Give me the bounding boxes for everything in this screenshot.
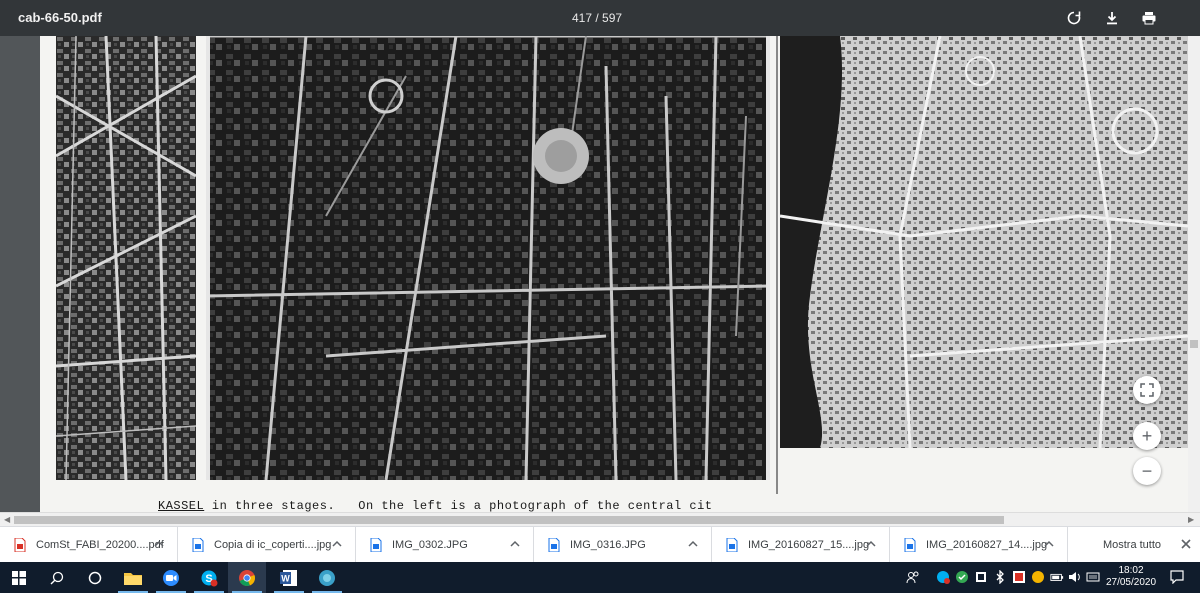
page-divider — [776, 36, 778, 494]
download-item[interactable]: IMG_0302.JPG — [356, 527, 534, 563]
vertical-scrollbar[interactable] — [1188, 36, 1200, 512]
chevron-up-icon[interactable] — [1043, 538, 1055, 550]
cortana-icon — [88, 571, 102, 584]
download-shelf: ComSt_FABI_20200....pdf Copia di ic_cope… — [0, 526, 1200, 563]
document-title: cab-66-50.pdf — [18, 10, 102, 25]
horizontal-scrollbar-thumb[interactable] — [14, 516, 1004, 524]
chevron-up-icon[interactable] — [153, 538, 165, 550]
image-file-icon — [192, 538, 204, 552]
scroll-right-icon[interactable]: ▶ — [1188, 515, 1194, 524]
download-name: ComSt_FABI_20200....pdf — [36, 539, 164, 551]
caption-text: in three stages. On the left is a photog… — [204, 499, 713, 512]
download-item[interactable]: IMG_20160827_14....jpg — [890, 527, 1068, 563]
language-icon[interactable] — [1086, 570, 1100, 584]
edge-icon — [319, 569, 335, 586]
scroll-left-icon[interactable]: ◀ — [4, 515, 10, 524]
download-name: Copia di ic_coperti....jpg — [214, 539, 332, 551]
page-caption: KASSEL in three stages. On the left is a… — [158, 499, 713, 512]
battery-icon[interactable] — [1050, 570, 1064, 584]
chevron-up-icon[interactable] — [687, 538, 699, 550]
warning-icon[interactable] — [1012, 570, 1026, 584]
download-name: IMG_20160827_14....jpg — [926, 539, 1048, 551]
aerial-photo-left — [56, 36, 196, 480]
zoom-icon — [163, 569, 179, 586]
word-icon: W — [280, 569, 297, 586]
chevron-up-icon[interactable] — [509, 538, 521, 550]
zoom-in-button[interactable]: + — [1133, 422, 1161, 450]
aerial-photo-right — [780, 36, 1188, 448]
notifications-icon[interactable] — [1170, 570, 1184, 584]
clock-date: 27/05/2020 — [1105, 577, 1157, 588]
image-file-icon — [726, 538, 738, 552]
download-name: IMG_0302.JPG — [392, 539, 468, 551]
people-icon[interactable] — [906, 570, 920, 584]
download-name: IMG_0316.JPG — [570, 539, 646, 551]
download-button[interactable] — [1100, 6, 1124, 30]
search-icon — [50, 571, 64, 584]
chrome-button[interactable] — [228, 562, 266, 593]
download-item[interactable]: ComSt_FABI_20200....pdf — [0, 527, 178, 563]
chevron-up-icon[interactable] — [331, 538, 343, 550]
download-icon — [1107, 12, 1117, 25]
pdf-file-icon — [14, 538, 26, 552]
rotate-button[interactable] — [1062, 6, 1086, 30]
edge-button[interactable] — [308, 562, 346, 593]
vertical-scrollbar-thumb[interactable] — [1190, 340, 1198, 348]
download-name: IMG_20160827_15....jpg — [748, 539, 870, 551]
security-icon[interactable] — [974, 570, 988, 584]
image-file-icon — [370, 538, 382, 552]
search-button[interactable] — [38, 562, 76, 593]
clock-time: 18:02 — [1118, 565, 1144, 576]
volume-icon[interactable] — [1068, 570, 1082, 584]
download-item[interactable]: IMG_0316.JPG — [534, 527, 712, 563]
file-explorer-icon — [124, 572, 142, 585]
start-button[interactable] — [0, 562, 38, 593]
horizontal-scrollbar[interactable]: ◀ ▶ — [0, 512, 1200, 526]
pdf-viewer[interactable]: KASSEL in three stages. On the left is a… — [0, 36, 1188, 512]
page-indicator[interactable]: 417 / 597 — [572, 11, 622, 25]
download-item[interactable]: Copia di ic_coperti....jpg — [178, 527, 356, 563]
zoom-out-button[interactable]: − — [1133, 457, 1161, 485]
sync-icon[interactable] — [955, 570, 969, 584]
print-button[interactable] — [1137, 6, 1161, 30]
rotate-icon — [1067, 11, 1081, 25]
close-icon[interactable] — [1178, 536, 1194, 552]
screen: cab-66-50.pdf 417 / 597 KASSEL in three … — [0, 0, 1200, 593]
fit-to-page-button[interactable] — [1133, 376, 1161, 404]
image-file-icon — [904, 538, 916, 552]
show-all-downloads-button[interactable]: Mostra tutto — [1092, 533, 1172, 557]
file-explorer-button[interactable] — [114, 562, 152, 593]
taskbar: S W 18:02 27/05/2020 — [0, 562, 1200, 593]
skype-button[interactable]: S — [190, 562, 228, 593]
svg-text:W: W — [281, 573, 290, 583]
fit-to-page-icon — [1140, 383, 1154, 397]
skype-tray-icon[interactable] — [936, 570, 950, 584]
cortana-button[interactable] — [76, 562, 114, 593]
bluetooth-icon[interactable] — [993, 570, 1007, 584]
aerial-photo-center — [206, 36, 770, 480]
pdf-toolbar: cab-66-50.pdf 417 / 597 — [0, 0, 1200, 36]
chrome-icon — [239, 569, 255, 586]
caption-title: KASSEL — [158, 499, 205, 512]
app-tray-icon[interactable] — [1031, 570, 1045, 584]
print-icon — [1142, 12, 1156, 25]
word-button[interactable]: W — [270, 562, 308, 593]
skype-icon: S — [201, 570, 218, 586]
zoom-button[interactable] — [152, 562, 190, 593]
system-clock[interactable]: 18:02 27/05/2020 — [1103, 565, 1159, 589]
image-file-icon — [548, 538, 560, 552]
start-icon — [12, 570, 26, 585]
download-item[interactable]: IMG_20160827_15....jpg — [712, 527, 890, 563]
chevron-up-icon[interactable] — [865, 538, 877, 550]
